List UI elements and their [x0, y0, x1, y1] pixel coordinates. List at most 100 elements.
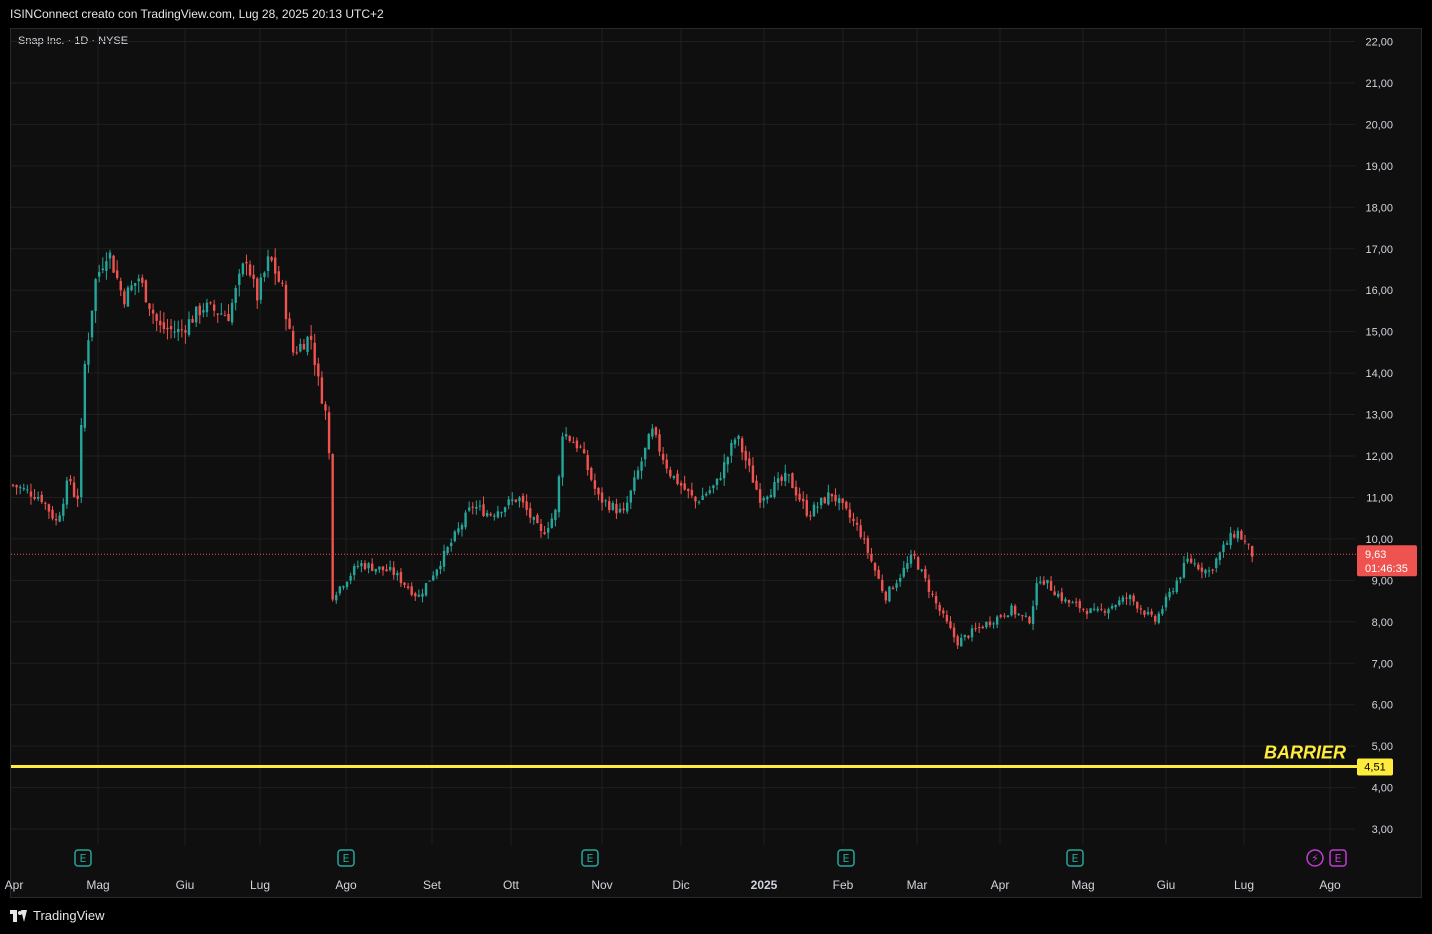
countdown-label: 01:46:35	[1365, 563, 1408, 575]
candle-body	[166, 327, 169, 330]
candle-body	[1164, 596, 1168, 608]
candle-body	[36, 497, 40, 499]
y-tick-label: 12,00	[1365, 451, 1393, 463]
candle-body	[557, 476, 561, 513]
candle-body	[184, 330, 187, 333]
candle-body	[370, 563, 374, 571]
x-tick-label: Ago	[335, 878, 357, 892]
candle-body	[1139, 608, 1143, 610]
candle-body	[148, 303, 151, 309]
candle-body	[457, 528, 460, 533]
candle-body	[1089, 608, 1092, 614]
candle-body	[220, 313, 223, 315]
candle-body	[924, 568, 927, 579]
candle-body	[651, 428, 654, 437]
candle-body	[945, 615, 949, 622]
candle-body	[133, 282, 137, 286]
candle-body	[615, 503, 618, 514]
candle-body	[988, 621, 992, 626]
candle-body	[295, 352, 298, 354]
x-tick-label: Ott	[503, 878, 520, 892]
candle-body	[927, 579, 931, 592]
x-tick-label: Apr	[5, 878, 24, 892]
candle-body	[1240, 530, 1243, 540]
x-tick-label: Feb	[833, 878, 854, 892]
candle-body	[697, 501, 701, 503]
candle-body	[967, 635, 970, 638]
candle-body	[151, 309, 155, 314]
candle-body	[855, 522, 859, 525]
candle-body	[338, 586, 342, 594]
candle-body	[450, 542, 453, 547]
candle-body	[636, 470, 640, 479]
candle-body	[65, 480, 69, 505]
candle-body	[1057, 593, 1060, 597]
candle-body	[931, 593, 934, 595]
candle-body	[101, 268, 104, 271]
candle-body	[378, 566, 381, 570]
candle-body	[722, 462, 726, 479]
candle-body	[794, 486, 798, 496]
tradingview-brand[interactable]: TradingView	[10, 908, 105, 923]
y-tick-label: 21,00	[1365, 78, 1393, 90]
candle-body	[15, 485, 18, 488]
candle-body	[187, 319, 191, 335]
candle-body	[324, 404, 327, 411]
candle-body	[51, 509, 54, 519]
y-tick-label: 8,00	[1372, 617, 1393, 629]
candle-body	[1060, 592, 1064, 601]
candle-body	[708, 490, 712, 494]
candle-body	[442, 551, 446, 567]
candle-body	[159, 320, 162, 326]
x-tick-label: Lug	[1234, 878, 1254, 892]
candle-body	[414, 593, 417, 597]
candle-body	[428, 580, 431, 582]
candle-body	[306, 336, 309, 353]
candle-body	[773, 482, 776, 497]
candle-body	[1100, 608, 1103, 610]
candle-body	[841, 498, 844, 503]
y-tick-label: 7,00	[1372, 658, 1393, 670]
y-tick-label: 19,00	[1365, 161, 1393, 173]
candle-body	[1128, 595, 1132, 600]
candle-body	[895, 583, 898, 588]
candle-body	[848, 509, 852, 518]
candle-body	[873, 562, 877, 571]
candle-body	[496, 511, 500, 518]
candle-body	[335, 594, 338, 601]
candle-body	[1215, 558, 1218, 569]
x-tick-label: Nov	[591, 878, 612, 892]
x-tick-label: Set	[423, 878, 442, 892]
candle-body	[126, 287, 130, 307]
candle-body	[769, 494, 773, 498]
candle-body	[909, 554, 913, 564]
candle-body	[1013, 605, 1017, 615]
candle-body	[611, 503, 615, 510]
event-icon-glyph: E	[1072, 852, 1079, 865]
candle-body	[532, 517, 536, 520]
candle-body	[471, 506, 474, 508]
candle-body	[960, 637, 963, 647]
x-tick-label: Mag	[86, 878, 109, 892]
candle-body	[1186, 558, 1189, 562]
candle-body	[812, 504, 816, 517]
candle-body	[586, 455, 589, 471]
price-chart[interactable]: 3,00 4,00 5,00 6,00 7,00 8,00 9,00 10,00 11,00 12…	[0, 0, 1432, 934]
candle-body	[701, 495, 704, 500]
candle-body	[622, 508, 625, 511]
candle-body	[478, 505, 482, 507]
candle-body	[784, 472, 787, 482]
barrier-price-label: 4,51	[1364, 761, 1385, 773]
candle-body	[1071, 602, 1074, 604]
y-tick-label: 9,00	[1372, 575, 1393, 587]
candle-body	[805, 500, 808, 516]
candle-body	[205, 302, 209, 313]
candle-body	[1031, 606, 1035, 624]
candle-body	[388, 566, 392, 571]
candle-body	[981, 626, 984, 629]
candle-body	[80, 424, 83, 498]
y-tick-label: 3,00	[1372, 824, 1393, 836]
candle-body	[169, 326, 173, 330]
candle-body	[1136, 602, 1139, 609]
candle-body	[439, 565, 442, 570]
